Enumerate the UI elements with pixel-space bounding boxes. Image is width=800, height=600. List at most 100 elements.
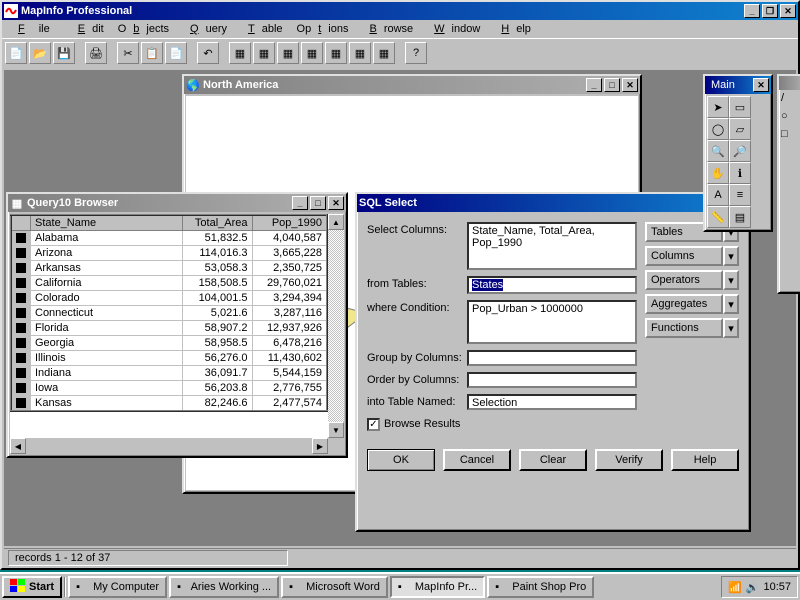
tool2-a[interactable]: /: [781, 92, 799, 110]
tray-icon-1[interactable]: 📶: [728, 581, 742, 594]
table-row[interactable]: Colorado104,001.53,294,394: [11, 291, 327, 306]
table-row[interactable]: Arkansas53,058.32,350,725: [11, 261, 327, 276]
table-row[interactable]: Indiana36,091.75,544,159: [11, 366, 327, 381]
tool-layer[interactable]: ≡: [729, 184, 751, 206]
menu-help[interactable]: Help: [487, 22, 538, 36]
browser-close-button[interactable]: ✕: [328, 196, 344, 210]
col-total-area[interactable]: Total_Area: [182, 215, 252, 231]
vertical-scrollbar[interactable]: ▲ ▼: [328, 214, 344, 438]
menu-table[interactable]: Table: [234, 22, 290, 36]
table-row[interactable]: Georgia58,958.56,478,216: [11, 336, 327, 351]
undo-button[interactable]: ↶: [197, 42, 219, 64]
task-button[interactable]: ▪My Computer: [68, 576, 167, 598]
data-table[interactable]: State_Name Total_Area Pop_1990 Alabama51…: [10, 214, 328, 412]
browser-titlebar[interactable]: ▦ Query10 Browser _ □ ✕: [8, 194, 346, 212]
menu-edit[interactable]: Edit: [64, 22, 111, 36]
tool-select-polygon[interactable]: ▱: [729, 118, 751, 140]
tool-c-button[interactable]: ▦: [277, 42, 299, 64]
input-select-columns[interactable]: State_Name, Total_Area, Pop_1990: [467, 222, 637, 270]
table-row[interactable]: Illinois56,276.011,430,602: [11, 351, 327, 366]
sql-titlebar[interactable]: SQL Select ✕: [357, 194, 749, 212]
table-row[interactable]: California158,508.529,760,021: [11, 276, 327, 291]
side-columns-button[interactable]: Columns: [645, 246, 723, 266]
help-button[interactable]: Help: [671, 449, 739, 471]
side-aggregates-button[interactable]: Aggregates: [645, 294, 723, 314]
maximize-button[interactable]: ❐: [762, 4, 778, 18]
tool-f-button[interactable]: ▦: [349, 42, 371, 64]
tool-pointer[interactable]: ➤: [707, 96, 729, 118]
verify-button[interactable]: Verify: [595, 449, 663, 471]
table-row[interactable]: Connecticut5,021.63,287,116: [11, 306, 327, 321]
scroll-left-button[interactable]: ◀: [10, 438, 26, 454]
close-button[interactable]: ✕: [780, 4, 796, 18]
scroll-right-button[interactable]: ▶: [312, 438, 328, 454]
clock[interactable]: 10:57: [763, 581, 791, 593]
input-from-tables[interactable]: States: [467, 276, 637, 294]
input-order-by[interactable]: [467, 372, 637, 388]
palette-close-button[interactable]: ✕: [753, 78, 769, 92]
print-button[interactable]: 🖨: [85, 42, 107, 64]
save-button[interactable]: 💾: [53, 42, 75, 64]
cancel-button[interactable]: Cancel: [443, 449, 511, 471]
map-close-button[interactable]: ✕: [622, 78, 638, 92]
task-button[interactable]: ▪Aries Working ...: [169, 576, 279, 598]
menu-file[interactable]: File: [4, 22, 64, 36]
menu-objects[interactable]: Objects: [111, 22, 176, 36]
table-row[interactable]: Kansas82,246.62,477,574: [11, 396, 327, 412]
task-button[interactable]: ▪Paint Shop Pro: [487, 576, 594, 598]
col-state-name[interactable]: State_Name: [31, 215, 183, 231]
minimize-button[interactable]: _: [744, 4, 760, 18]
cut-button[interactable]: ✂: [117, 42, 139, 64]
horizontal-scrollbar[interactable]: ◀ ▶: [10, 438, 328, 454]
tool-zoom-in[interactable]: 🔍: [707, 140, 729, 162]
tool2-b[interactable]: ○: [781, 110, 799, 128]
side-operators-dropdown[interactable]: ▾: [723, 270, 739, 290]
tool-d-button[interactable]: ▦: [301, 42, 323, 64]
browser-minimize-button[interactable]: _: [292, 196, 308, 210]
palette-titlebar[interactable]: Main ✕: [705, 76, 771, 94]
tool-zoom-out[interactable]: 🔎: [729, 140, 751, 162]
tool-select-radius[interactable]: ◯: [707, 118, 729, 140]
side-columns-dropdown[interactable]: ▾: [723, 246, 739, 266]
menu-window[interactable]: Window: [420, 22, 487, 36]
side-functions-dropdown[interactable]: ▾: [723, 318, 739, 338]
task-button[interactable]: ▪MapInfo Pr...: [390, 576, 485, 598]
side-operators-button[interactable]: Operators: [645, 270, 723, 290]
tool-label[interactable]: A: [707, 184, 729, 206]
menu-options[interactable]: Options: [290, 22, 356, 36]
tool2-c[interactable]: □: [781, 128, 799, 146]
tool-b-button[interactable]: ▦: [253, 42, 275, 64]
tool-g-button[interactable]: ▦: [373, 42, 395, 64]
corner-cell[interactable]: [11, 215, 31, 231]
tool-e-button[interactable]: ▦: [325, 42, 347, 64]
tool-legend[interactable]: ▤: [729, 206, 751, 228]
scroll-down-button[interactable]: ▼: [328, 422, 344, 438]
scroll-up-button[interactable]: ▲: [328, 214, 344, 230]
table-row[interactable]: Arizona114,016.33,665,228: [11, 246, 327, 261]
map-maximize-button[interactable]: □: [604, 78, 620, 92]
col-pop-1990[interactable]: Pop_1990: [252, 215, 327, 231]
ok-button[interactable]: OK: [367, 449, 435, 471]
secondary-palette-titlebar[interactable]: [779, 76, 800, 90]
paste-button[interactable]: 📄: [165, 42, 187, 64]
input-where[interactable]: Pop_Urban > 1000000: [467, 300, 637, 344]
side-aggregates-dropdown[interactable]: ▾: [723, 294, 739, 314]
menu-query[interactable]: Query: [176, 22, 234, 36]
copy-button[interactable]: 📋: [141, 42, 163, 64]
task-button[interactable]: ▪Microsoft Word: [281, 576, 388, 598]
start-button[interactable]: Start: [2, 576, 62, 598]
map-titlebar[interactable]: 🌎 North America _ □ ✕: [184, 76, 640, 94]
table-row[interactable]: Iowa56,203.82,776,755: [11, 381, 327, 396]
new-button[interactable]: 📄: [5, 42, 27, 64]
browser-maximize-button[interactable]: □: [310, 196, 326, 210]
tool-info[interactable]: ℹ: [729, 162, 751, 184]
tool-pan[interactable]: ✋: [707, 162, 729, 184]
open-button[interactable]: 📂: [29, 42, 51, 64]
tool-select-rect[interactable]: ▭: [729, 96, 751, 118]
table-row[interactable]: Alabama51,832.54,040,587: [11, 231, 327, 246]
clear-button[interactable]: Clear: [519, 449, 587, 471]
input-group-by[interactable]: [467, 350, 637, 366]
menu-browse[interactable]: Browse: [355, 22, 420, 36]
help-button[interactable]: ?: [405, 42, 427, 64]
side-functions-button[interactable]: Functions: [645, 318, 723, 338]
